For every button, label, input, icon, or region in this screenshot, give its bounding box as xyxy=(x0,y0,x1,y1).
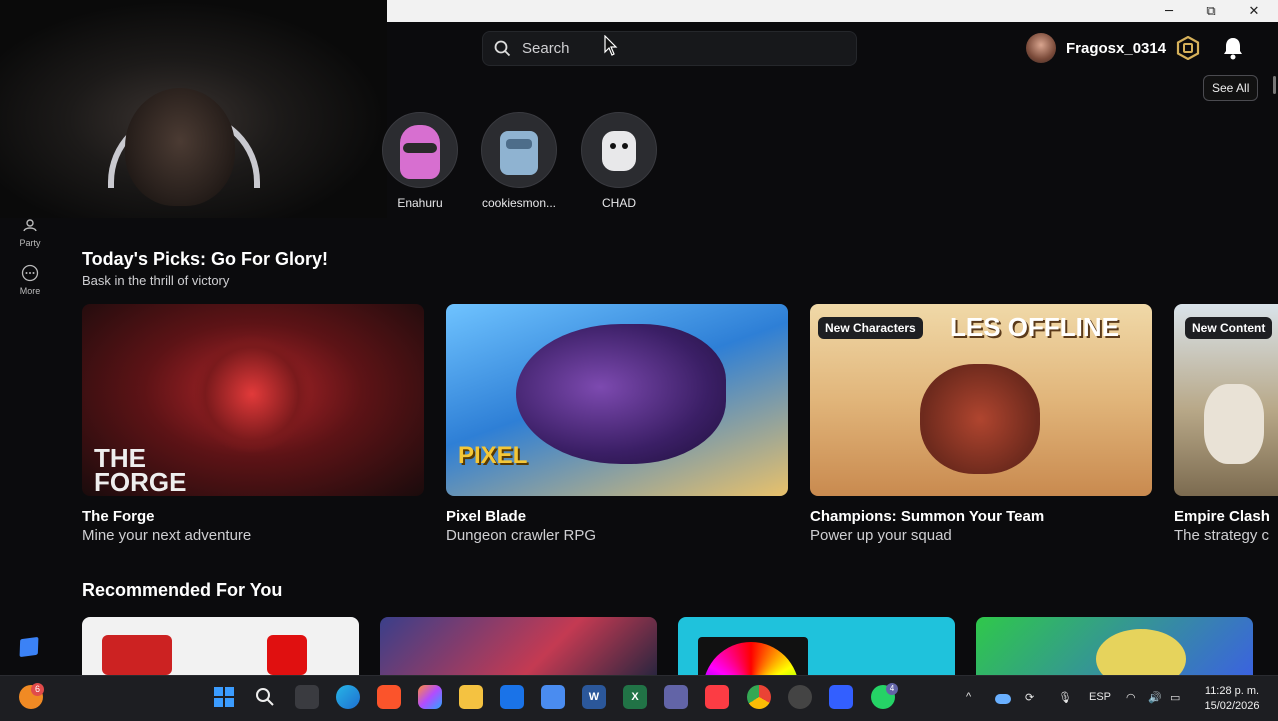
chevron-up-icon[interactable]: ^ xyxy=(966,691,971,703)
battery-icon[interactable]: ▭ xyxy=(1170,691,1180,704)
scrollbar-thumb[interactable] xyxy=(1273,76,1276,94)
clock-date: 15/02/2026 xyxy=(1204,700,1260,712)
game-title[interactable]: Champions: Summon Your Team xyxy=(810,508,1044,525)
game-card-the-forge[interactable]: THE FORGE xyxy=(82,304,424,496)
outlook-icon[interactable] xyxy=(500,685,524,709)
game-thumbnail-art xyxy=(1096,629,1186,677)
game-thumbnail-art xyxy=(192,334,312,454)
user-profile[interactable]: Fragosx_0314 xyxy=(1026,33,1166,63)
notification-count-badge: 6 xyxy=(31,683,44,696)
brave-browser-icon[interactable] xyxy=(377,685,401,709)
username[interactable]: Fragosx_0314 xyxy=(1066,40,1166,57)
recommended-card[interactable] xyxy=(82,617,359,677)
friend-avatar[interactable] xyxy=(481,112,557,188)
edge-browser-icon[interactable] xyxy=(336,685,360,709)
excel-icon[interactable]: X xyxy=(623,685,647,709)
clock-time: 11:28 p. m. xyxy=(1204,685,1260,697)
sync-icon[interactable]: ⟳ xyxy=(1025,691,1034,704)
game-thumbnail-art xyxy=(516,324,726,464)
game-subtitle: The strategy c xyxy=(1174,527,1270,544)
robux-icon[interactable] xyxy=(1176,36,1200,60)
recommended-card[interactable] xyxy=(678,617,955,677)
game-thumbnail-art xyxy=(1204,384,1264,464)
sidebar-item-more[interactable]: More xyxy=(10,264,50,296)
see-all-button[interactable]: See All xyxy=(1203,75,1259,101)
minimize-button[interactable]: ─ xyxy=(1149,0,1189,22)
close-button[interactable]: ✕ xyxy=(1234,0,1274,22)
section-subtitle: Bask in the thrill of victory xyxy=(82,273,230,288)
game-thumbnail-art xyxy=(102,635,172,675)
wifi-icon[interactable]: ◠ xyxy=(1126,691,1136,704)
recommended-card[interactable] xyxy=(976,617,1253,677)
task-view-icon[interactable] xyxy=(295,685,319,709)
volume-icon[interactable]: 🔊 xyxy=(1148,691,1162,704)
microphone-icon[interactable]: 🎙 xyxy=(1058,691,1072,704)
game-thumbnail-art xyxy=(920,364,1040,474)
webcam-overlay xyxy=(0,0,387,218)
onedrive-icon[interactable] xyxy=(995,694,1011,704)
more-icon xyxy=(21,264,39,282)
game-subtitle: Power up your squad xyxy=(810,527,952,544)
game-logo-text: THE FORGE xyxy=(94,443,187,496)
section-title-recommended: Recommended For You xyxy=(82,580,283,600)
game-card-champions[interactable]: LES OFFLINE New Characters xyxy=(810,304,1152,496)
card-badge: New Content xyxy=(1185,317,1273,339)
friend-name: Enahuru xyxy=(397,196,443,210)
game-card-pixel-blade[interactable]: PIXEL xyxy=(446,304,788,496)
party-icon xyxy=(21,216,39,234)
sidebar-item-label: Party xyxy=(19,238,41,248)
game-title[interactable]: Empire Clash xyxy=(1174,508,1270,525)
game-thumbnail-art xyxy=(267,635,307,675)
sidebar-item-party[interactable]: Party xyxy=(10,216,50,248)
game-title[interactable]: Pixel Blade xyxy=(446,508,526,525)
search-taskbar-icon[interactable] xyxy=(253,685,277,709)
friend-item[interactable]: Enahuru xyxy=(375,112,465,210)
friend-avatar[interactable] xyxy=(382,112,458,188)
mouse-cursor-icon xyxy=(604,35,618,56)
avatar[interactable] xyxy=(1026,33,1056,63)
bell-icon[interactable] xyxy=(1222,36,1244,60)
language-indicator[interactable]: ESP xyxy=(1089,691,1111,703)
card-badge: New Characters xyxy=(818,317,923,339)
roblox-logo-icon[interactable] xyxy=(19,636,39,658)
maximize-button[interactable]: ⧉ xyxy=(1191,0,1231,22)
whatsapp-count-badge: 4 xyxy=(886,683,898,695)
roblox-taskbar-icon[interactable] xyxy=(829,685,853,709)
friend-item[interactable]: cookiesmon... xyxy=(474,112,564,210)
word-icon[interactable]: W xyxy=(582,685,606,709)
friend-name: CHAD xyxy=(601,196,636,210)
game-title[interactable]: The Forge xyxy=(82,508,155,525)
person-silhouette xyxy=(125,88,235,206)
game-subtitle: Mine your next adventure xyxy=(82,527,252,544)
chrome-icon[interactable] xyxy=(747,685,771,709)
music-icon[interactable] xyxy=(705,685,729,709)
game-subtitle: Dungeon crawler RPG xyxy=(446,527,597,544)
store-icon[interactable] xyxy=(541,685,565,709)
friend-item[interactable]: CHAD xyxy=(574,112,664,210)
system-clock[interactable]: 11:28 p. m. 15/02/2026 xyxy=(1196,684,1268,714)
section-title-todays-picks: Today's Picks: Go For Glory! xyxy=(82,249,328,269)
obs-icon[interactable] xyxy=(788,685,812,709)
friend-avatar[interactable] xyxy=(581,112,657,188)
recommended-card[interactable] xyxy=(380,617,657,677)
teams-icon[interactable] xyxy=(664,685,688,709)
game-logo-text: PIXEL xyxy=(458,442,528,469)
sidebar-item-label: More xyxy=(19,286,41,296)
search-bar[interactable] xyxy=(482,31,857,66)
copilot-icon[interactable] xyxy=(418,685,442,709)
file-explorer-icon[interactable] xyxy=(459,685,483,709)
window-titlebar xyxy=(387,0,1278,22)
friend-name: cookiesmon... xyxy=(481,196,557,210)
game-card-empire-clash[interactable]: New Content xyxy=(1174,304,1278,496)
game-logo-text: LES OFFLINE xyxy=(950,312,1119,342)
search-icon xyxy=(493,40,511,58)
windows-start-icon[interactable] xyxy=(212,685,236,709)
search-input[interactable] xyxy=(520,39,824,58)
